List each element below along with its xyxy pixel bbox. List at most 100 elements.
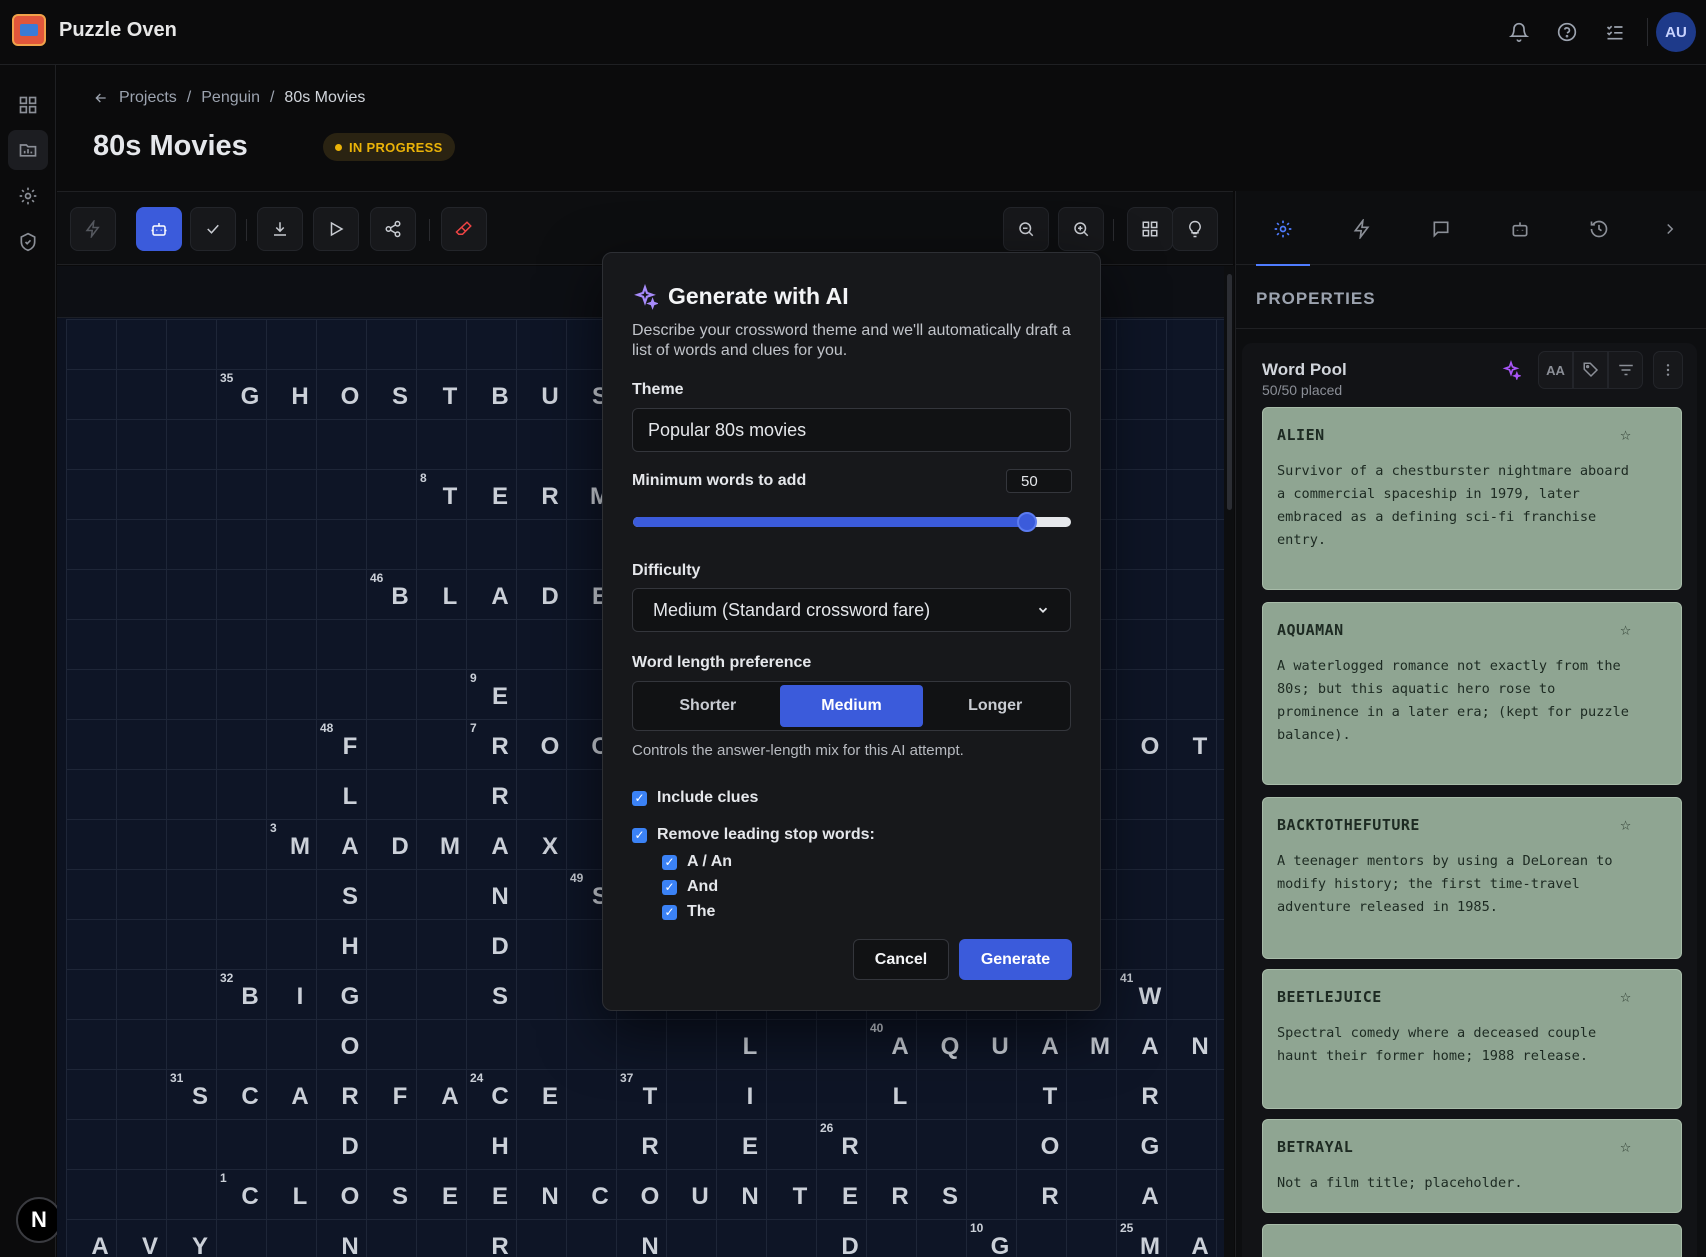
projects-icon[interactable]: [8, 130, 48, 170]
grid-cell[interactable]: E: [525, 1069, 575, 1119]
grid-cell[interactable]: A: [475, 569, 525, 619]
settings-icon[interactable]: [8, 176, 48, 216]
grid-cell[interactable]: O: [525, 719, 575, 769]
tab-autofill[interactable]: [1335, 209, 1389, 249]
word-card[interactable]: AQUAMAN ☆ A waterlogged romance not exac…: [1262, 602, 1682, 785]
grid-cell[interactable]: N: [475, 869, 525, 919]
stop-word-and-checkbox[interactable]: ✓ And: [662, 878, 718, 896]
grid-cell[interactable]: T: [425, 469, 475, 519]
grid-cell[interactable]: R: [875, 1169, 925, 1219]
grid-cell[interactable]: S: [925, 1169, 975, 1219]
grid-cell[interactable]: R: [325, 1069, 375, 1119]
grid-cell[interactable]: E: [425, 1169, 475, 1219]
grid-cell[interactable]: R: [475, 719, 525, 769]
tab-comments[interactable]: [1414, 209, 1468, 249]
app-logo[interactable]: [12, 14, 46, 46]
grid-cell[interactable]: L: [425, 569, 475, 619]
tab-ai[interactable]: [1493, 209, 1547, 249]
breadcrumb-projects[interactable]: Projects: [119, 89, 177, 107]
grid-cell[interactable]: A: [275, 1069, 325, 1119]
scrollbar-thumb[interactable]: [1227, 274, 1232, 510]
grid-cell[interactable]: O: [325, 369, 375, 419]
grid-cell[interactable]: T: [775, 1169, 825, 1219]
grid-cell[interactable]: L: [875, 1069, 925, 1119]
hint-button[interactable]: [1172, 207, 1218, 251]
grid-cell[interactable]: A: [75, 1219, 125, 1257]
grid-cell[interactable]: L: [725, 1019, 775, 1069]
stop-word-the-checkbox[interactable]: ✓ The: [662, 903, 715, 921]
grid-cell[interactable]: O: [1125, 719, 1175, 769]
grid-cell[interactable]: U: [975, 1019, 1025, 1069]
word-card[interactable]: ALIEN ☆ Survivor of a chestburster night…: [1262, 407, 1682, 590]
grid-cell[interactable]: S: [375, 369, 425, 419]
star-icon[interactable]: ☆: [1620, 424, 1631, 445]
collapse-panel-icon[interactable]: [1643, 209, 1697, 249]
grid-cell[interactable]: A: [1125, 1169, 1175, 1219]
grid-cell[interactable]: N: [1175, 1019, 1225, 1069]
grid-cell[interactable]: R: [475, 769, 525, 819]
zoom-out-button[interactable]: [1003, 207, 1049, 251]
grid-cell[interactable]: Y: [175, 1219, 225, 1257]
star-icon[interactable]: ☆: [1620, 1136, 1631, 1157]
grid-cell[interactable]: Q: [925, 1019, 975, 1069]
download-button[interactable]: [257, 207, 303, 251]
grid-cell[interactable]: L: [325, 769, 375, 819]
word-length-longer[interactable]: Longer: [923, 685, 1067, 727]
difficulty-select[interactable]: Medium (Standard crossword fare): [632, 588, 1071, 632]
tab-settings[interactable]: [1256, 209, 1310, 266]
help-icon[interactable]: [1543, 12, 1591, 52]
grid-cell[interactable]: F: [375, 1069, 425, 1119]
shield-icon[interactable]: [8, 222, 48, 262]
remove-stop-words-checkbox[interactable]: ✓ Remove leading stop words:: [632, 826, 875, 844]
more-options-icon[interactable]: [1653, 351, 1683, 389]
include-clues-checkbox[interactable]: ✓ Include clues: [632, 789, 758, 807]
grid-cell[interactable]: D: [375, 819, 425, 869]
grid-cell[interactable]: S: [475, 969, 525, 1019]
dashboard-icon[interactable]: [8, 85, 48, 125]
checklist-icon[interactable]: [1591, 12, 1639, 52]
eraser-button[interactable]: [441, 207, 487, 251]
stop-word-a-an-checkbox[interactable]: ✓ A / An: [662, 853, 732, 871]
grid-cell[interactable]: C: [225, 1069, 275, 1119]
checkbox-checked-icon[interactable]: ✓: [632, 790, 647, 806]
grid-cell[interactable]: R: [1125, 1069, 1175, 1119]
play-button[interactable]: [313, 207, 359, 251]
grid-cell[interactable]: I: [725, 1069, 775, 1119]
grid-cell[interactable]: E: [475, 469, 525, 519]
grid-cell[interactable]: A: [1175, 1219, 1225, 1257]
zoom-in-button[interactable]: [1058, 207, 1104, 251]
autofill-button[interactable]: [70, 207, 116, 251]
word-card[interactable]: BACKTOTHEFUTURE ☆ A teenager mentors by …: [1262, 797, 1682, 959]
breadcrumb-penguin[interactable]: Penguin: [201, 89, 260, 107]
cancel-button[interactable]: Cancel: [853, 939, 949, 980]
grid-cell[interactable]: R: [525, 469, 575, 519]
grid-cell[interactable]: N: [625, 1219, 675, 1257]
grid-cell[interactable]: B: [475, 369, 525, 419]
grid-cell[interactable]: H: [275, 369, 325, 419]
grid-cell[interactable]: D: [525, 569, 575, 619]
star-icon[interactable]: ☆: [1620, 986, 1631, 1007]
grid-cell[interactable]: U: [525, 369, 575, 419]
grid-cell[interactable]: A: [325, 819, 375, 869]
grid-cell[interactable]: A: [1125, 1019, 1175, 1069]
min-words-input[interactable]: 50: [1006, 469, 1072, 493]
grid-cell[interactable]: C: [575, 1169, 625, 1219]
app-title[interactable]: Puzzle Oven: [59, 19, 177, 42]
word-length-medium[interactable]: Medium: [779, 685, 924, 727]
tab-history[interactable]: [1572, 209, 1626, 249]
checkbox-checked-icon[interactable]: ✓: [632, 827, 647, 843]
case-toggle-button[interactable]: AA: [1538, 351, 1573, 389]
checkbox-checked-icon[interactable]: ✓: [662, 854, 677, 870]
tag-icon[interactable]: [1573, 351, 1608, 389]
grid-cell[interactable]: U: [675, 1169, 725, 1219]
grid-cell[interactable]: E: [475, 669, 525, 719]
validate-button[interactable]: [190, 207, 236, 251]
word-card[interactable]: BEETLEJUICE ☆ Spectral comedy where a de…: [1262, 969, 1682, 1109]
ai-robot-button[interactable]: [136, 207, 182, 251]
min-words-slider[interactable]: [633, 512, 1071, 532]
grid-cell[interactable]: N: [525, 1169, 575, 1219]
grid-cell[interactable]: R: [475, 1219, 525, 1257]
filter-icon[interactable]: [1608, 351, 1643, 389]
grid-cell[interactable]: E: [725, 1119, 775, 1169]
ai-sparkle-icon[interactable]: [1493, 351, 1528, 389]
